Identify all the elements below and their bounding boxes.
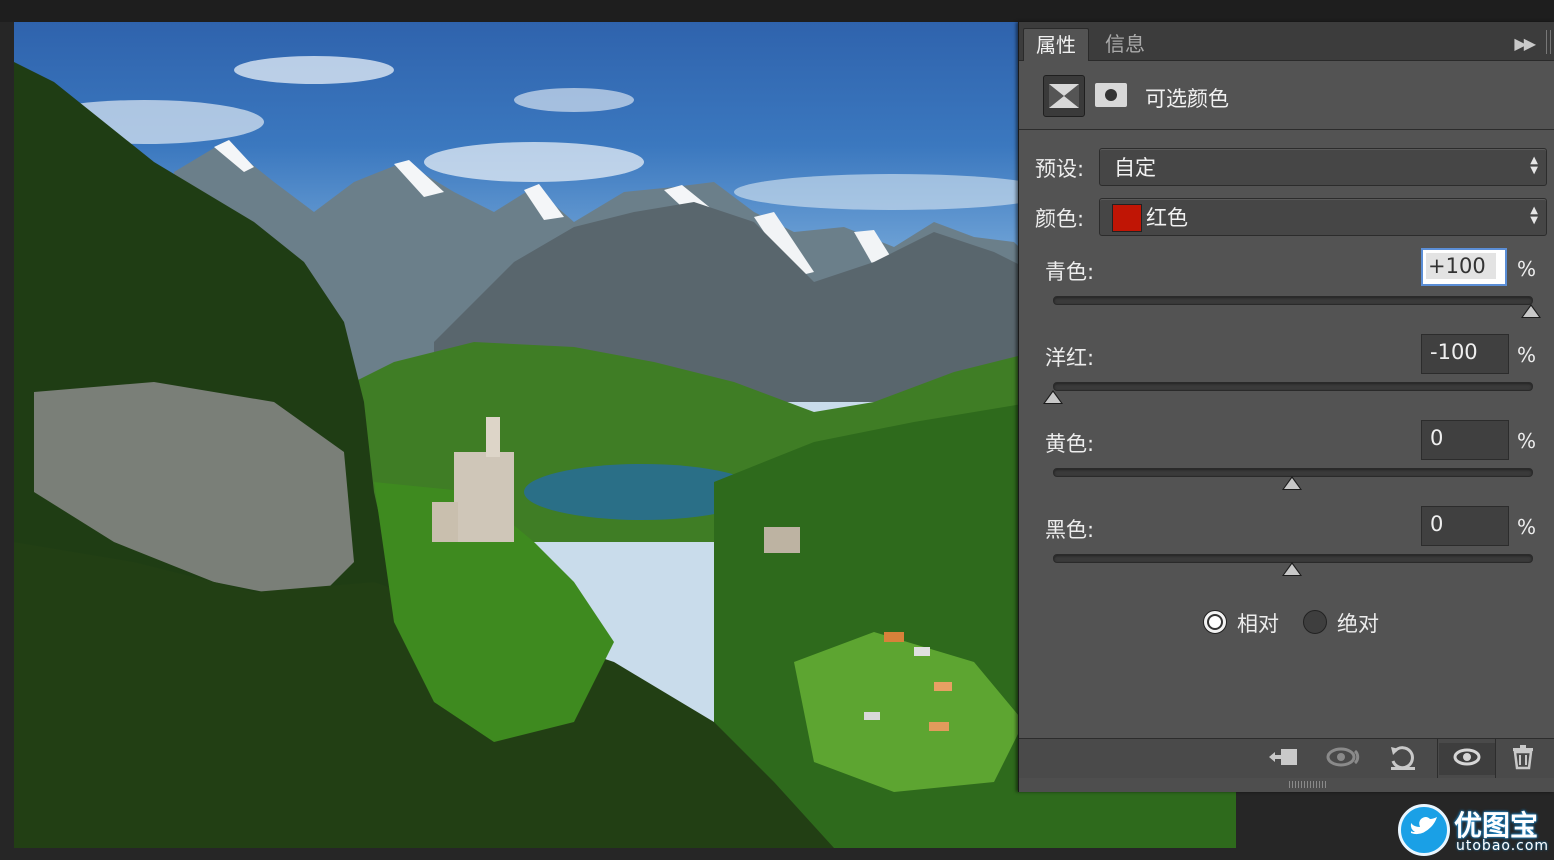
black-unit: % <box>1517 515 1537 539</box>
panel-footer <box>1019 738 1554 779</box>
magenta-label: 洋红: <box>1045 346 1095 370</box>
panel-grip-icon[interactable] <box>1546 30 1551 54</box>
view-previous-state-icon[interactable] <box>1323 743 1367 775</box>
cyan-value-field[interactable]: +100 <box>1421 248 1507 286</box>
adjustment-header: 可选颜色 <box>1019 61 1554 130</box>
adjustment-title: 可选颜色 <box>1145 87 1229 111</box>
yellow-unit: % <box>1517 429 1537 453</box>
panel-resize-handle[interactable] <box>1019 778 1554 792</box>
yellow-value-field[interactable]: 0 <box>1421 420 1509 460</box>
yellow-label: 黄色: <box>1045 432 1095 456</box>
watermark-url: utobao.com <box>1456 838 1550 854</box>
tab-info[interactable]: 信息 <box>1093 28 1157 60</box>
yellow-value: 0 <box>1430 426 1444 450</box>
select-updown-icon: ▲ ▼ <box>1530 155 1538 176</box>
cyan-slider-track[interactable] <box>1053 296 1533 305</box>
preset-label: 预设: <box>1035 157 1085 181</box>
layer-mask-icon[interactable] <box>1095 83 1127 107</box>
properties-panel: 属性 信息 ▶▶ 可选颜色 预设: 自定 ▲ ▼ 颜色: 红色 ▲ ▼ 青色: +1… <box>1018 22 1554 792</box>
selective-color-adjustment-icon[interactable] <box>1043 75 1085 117</box>
double-chevron-right-icon[interactable]: ▶▶ <box>1514 34 1536 53</box>
cyan-label: 青色: <box>1045 260 1095 284</box>
cyan-value: +100 <box>1428 254 1486 278</box>
top-bar <box>0 0 1554 22</box>
tab-properties[interactable]: 属性 <box>1023 28 1089 61</box>
color-select[interactable]: 红色 ▲ ▼ <box>1099 198 1547 236</box>
color-label: 颜色: <box>1035 207 1085 231</box>
reset-icon[interactable] <box>1383 743 1423 775</box>
trash-icon[interactable] <box>1503 743 1543 775</box>
black-label: 黑色: <box>1045 518 1095 542</box>
magenta-slider-track[interactable] <box>1053 382 1533 391</box>
panel-tab-bar: 属性 信息 ▶▶ <box>1019 22 1554 61</box>
preset-select[interactable]: 自定 ▲ ▼ <box>1099 148 1547 186</box>
relative-label[interactable]: 相对 <box>1237 608 1279 638</box>
absolute-label[interactable]: 绝对 <box>1337 608 1379 638</box>
magenta-value: -100 <box>1430 340 1478 364</box>
visibility-eye-icon[interactable] <box>1439 743 1495 775</box>
relative-radio[interactable] <box>1203 610 1227 634</box>
magenta-value-field[interactable]: -100 <box>1421 334 1509 374</box>
clip-to-layer-icon[interactable] <box>1263 743 1303 775</box>
cyan-unit: % <box>1517 257 1537 281</box>
preset-value: 自定 <box>1114 156 1156 180</box>
watermark: 优图宝 utobao.com <box>1398 800 1554 860</box>
black-value-field[interactable]: 0 <box>1421 506 1509 546</box>
black-value: 0 <box>1430 512 1444 536</box>
bird-logo-icon <box>1398 804 1450 856</box>
magenta-unit: % <box>1517 343 1537 367</box>
select-updown-icon: ▲ ▼ <box>1530 205 1538 226</box>
absolute-radio[interactable] <box>1303 610 1327 634</box>
color-value: 红色 <box>1146 206 1188 230</box>
color-swatch <box>1112 204 1142 232</box>
